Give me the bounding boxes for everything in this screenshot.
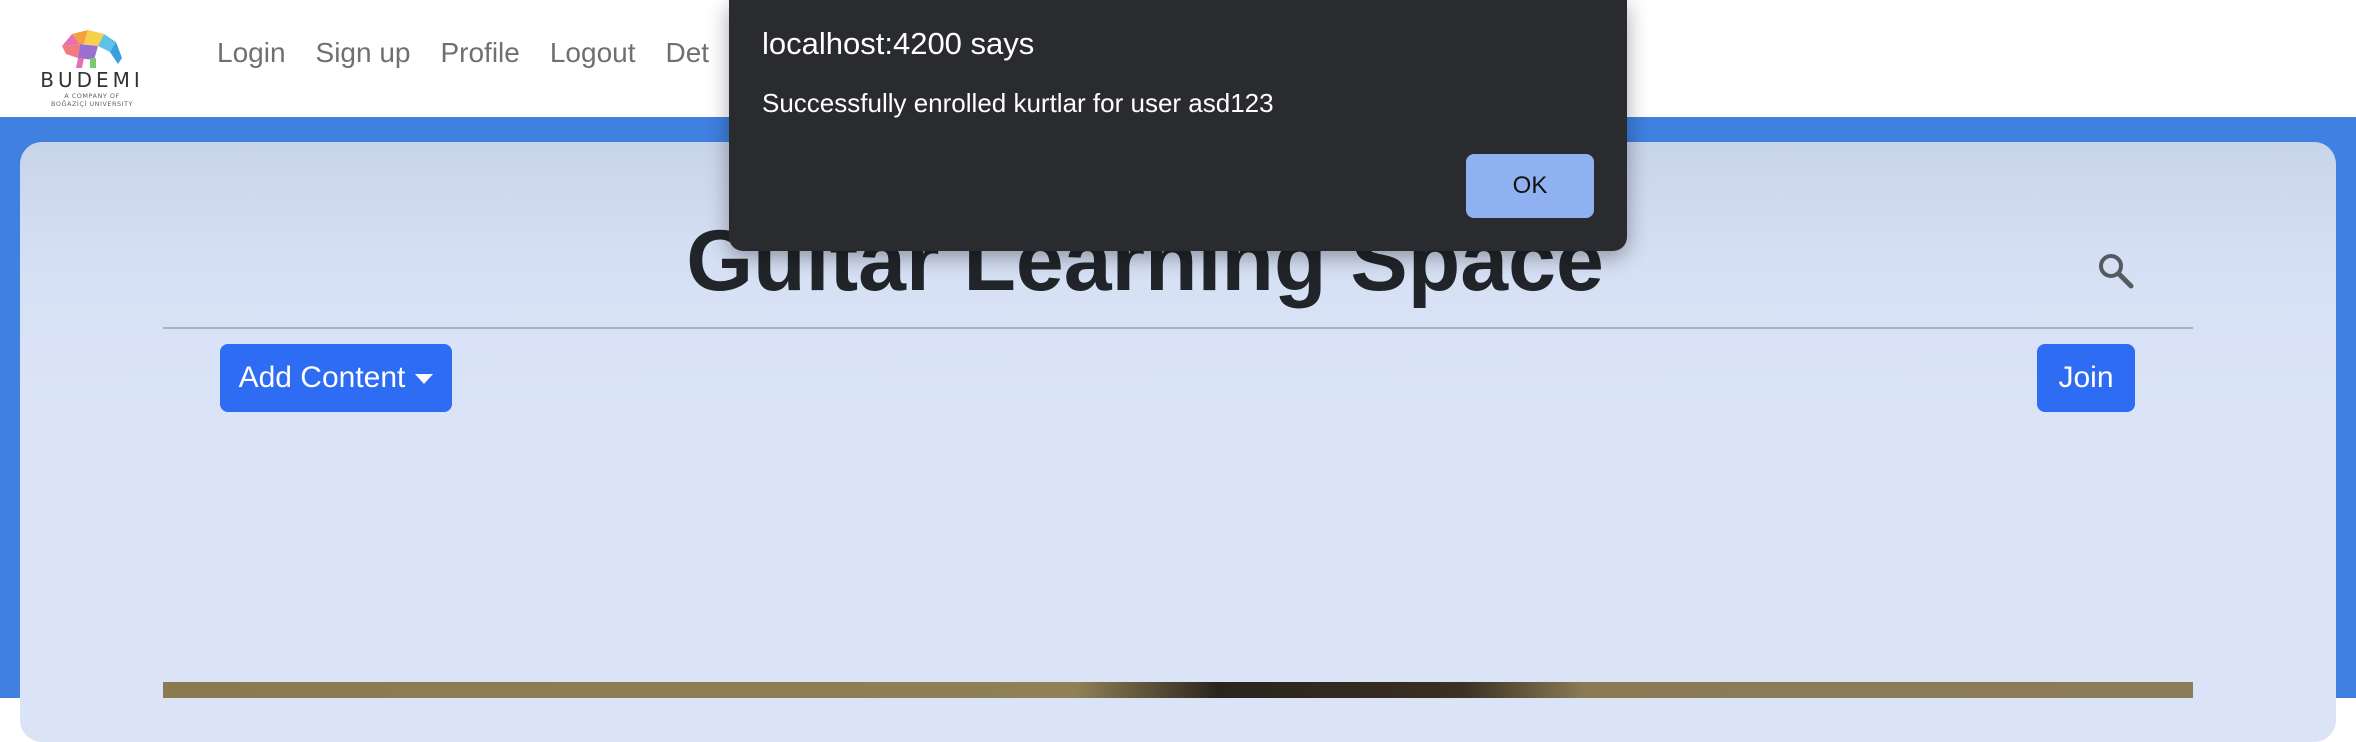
budemi-logo[interactable]: BUDEMI A COMPANY OF BOĞAZİÇİ UNIVERSITY xyxy=(36,28,148,110)
alert-ok-label: OK xyxy=(1512,172,1548,199)
nav-details-link[interactable]: Det xyxy=(666,37,710,69)
magnifier-icon xyxy=(2099,254,2134,289)
elephant-logo-icon xyxy=(62,30,122,68)
alert-ok-button[interactable]: OK xyxy=(1466,154,1594,218)
add-content-label: Add Content xyxy=(238,361,406,394)
video-thumbnail[interactable] xyxy=(163,682,2193,698)
nav-signup-link[interactable]: Sign up xyxy=(316,37,411,69)
search-icon[interactable] xyxy=(2097,252,2135,290)
alert-message: Successfully enrolled kurtlar for user a… xyxy=(762,88,1274,118)
caret-down-icon xyxy=(415,374,434,384)
join-button[interactable]: Join xyxy=(2037,344,2135,412)
join-label: Join xyxy=(2058,361,2114,394)
alert-dialog: localhost:4200 says Successfully enrolle… xyxy=(729,0,1627,251)
logo-tagline-university: BOĞAZİÇİ UNIVERSITY xyxy=(51,100,133,108)
add-content-dropdown-button[interactable]: Add Content xyxy=(220,344,452,412)
nav-logout-link[interactable]: Logout xyxy=(550,37,636,69)
nav-profile-link[interactable]: Profile xyxy=(440,37,519,69)
logo-brand-text: BUDEMI xyxy=(40,68,144,92)
main-nav: Login Sign up Profile Logout Det xyxy=(217,37,739,69)
nav-login-link[interactable]: Login xyxy=(217,37,286,69)
alert-title: localhost:4200 says xyxy=(762,26,1035,61)
logo-tagline: A COMPANY OF xyxy=(64,92,120,100)
title-divider xyxy=(163,327,2193,329)
